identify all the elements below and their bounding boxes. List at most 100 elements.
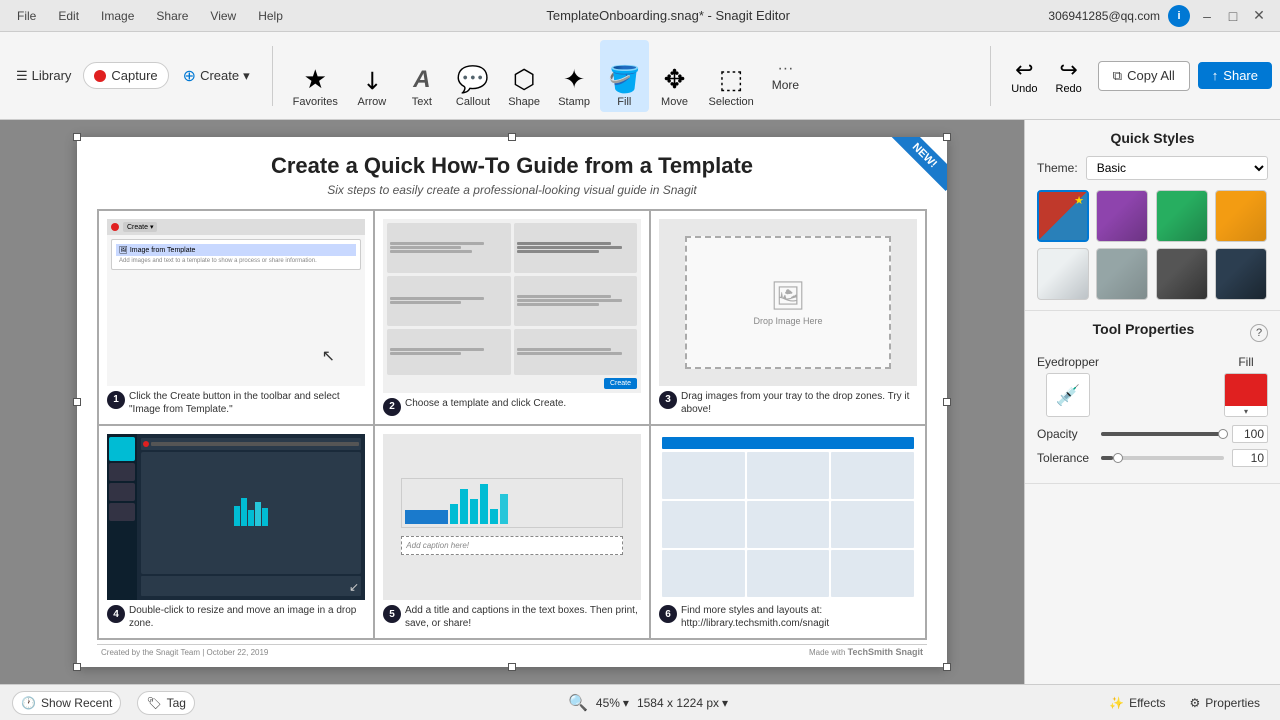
handle-mid-right[interactable] — [943, 398, 951, 406]
opacity-row: Opacity — [1037, 425, 1268, 443]
step-6-cell: 6 Find more styles and layouts at: http:… — [650, 425, 926, 640]
tolerance-fill — [1101, 456, 1113, 460]
user-email: 306941285@qq.com — [1048, 9, 1160, 23]
menu-view[interactable]: View — [205, 7, 241, 25]
style-item-2[interactable] — [1096, 190, 1148, 242]
help-button[interactable]: ? — [1250, 324, 1268, 342]
handle-bot-right[interactable] — [943, 663, 951, 671]
create-button[interactable]: ⊕ Create ▾ — [173, 61, 260, 91]
zoom-control[interactable]: 45% ▾ — [596, 696, 629, 710]
selection-icon: ⬚ — [719, 66, 744, 92]
tolerance-value[interactable] — [1232, 449, 1268, 467]
tool-favorites[interactable]: ★ Favorites — [285, 40, 346, 112]
step-5-cell: Add caption here! 5 Add a title and capt… — [374, 425, 650, 640]
handle-top-right[interactable] — [943, 133, 951, 141]
steps-grid: Create ▾ 🖼 Image from Template Add image… — [97, 209, 927, 640]
close-button[interactable]: ✕ — [1250, 7, 1268, 25]
handle-bot-mid[interactable] — [508, 663, 516, 671]
tutorial-content: NEW! Create a Quick How-To Guide from a … — [77, 137, 947, 667]
share-button[interactable]: ↑ Share — [1198, 62, 1272, 89]
callout-icon: 💬 — [457, 66, 489, 92]
copy-icon: ⧉ — [1113, 68, 1122, 84]
style-item-3[interactable] — [1156, 190, 1208, 242]
canvas-area[interactable]: NEW! Create a Quick How-To Guide from a … — [0, 120, 1024, 684]
info-button[interactable]: i — [1168, 5, 1190, 27]
menu-edit[interactable]: Edit — [53, 7, 84, 25]
style-item-4[interactable] — [1215, 190, 1267, 242]
minimize-button[interactable]: – — [1198, 7, 1216, 25]
clock-icon: 🕐 — [21, 696, 36, 710]
tolerance-row: Tolerance — [1037, 449, 1268, 467]
tool-text[interactable]: A Text — [398, 40, 446, 112]
chevron-down-icon: ▾ — [623, 696, 629, 710]
redo-button[interactable]: ↪ Redo — [1048, 46, 1090, 106]
copy-all-button[interactable]: ⧉ Copy All — [1098, 61, 1190, 91]
canvas-size-control[interactable]: 1584 x 1224 px ▾ — [637, 696, 728, 710]
tolerance-slider-track[interactable] — [1101, 456, 1224, 460]
properties-button[interactable]: ⚙ Properties — [1182, 692, 1268, 714]
undo-icon: ↩ — [1015, 57, 1033, 83]
menu-image[interactable]: Image — [96, 7, 139, 25]
tool-callout[interactable]: 💬 Callout — [448, 40, 498, 112]
library-button[interactable]: ☰ Library — [8, 64, 79, 88]
new-badge: NEW! — [887, 137, 947, 197]
tool-group: ★ Favorites ↗ Arrow A Text 💬 Callout ⬡ S… — [285, 40, 991, 112]
effects-button[interactable]: ✨ Effects — [1101, 692, 1173, 714]
fill-color-swatch — [1225, 374, 1267, 406]
eyedropper-button[interactable]: 💉 — [1046, 373, 1090, 417]
search-button[interactable]: 🔍 — [568, 693, 588, 713]
step-5-num: 5 — [383, 605, 401, 623]
handle-top-left[interactable] — [73, 133, 81, 141]
menu-file[interactable]: File — [12, 7, 41, 25]
handle-bot-left[interactable] — [73, 663, 81, 671]
undo-button[interactable]: ↩ Undo — [1003, 46, 1045, 106]
tool-fill[interactable]: 🪣 Fill — [600, 40, 648, 112]
opacity-slider-track[interactable] — [1101, 432, 1224, 436]
more-tools-button[interactable]: ··· More — [764, 40, 807, 112]
plus-icon: ⊕ — [183, 66, 196, 86]
opacity-thumb[interactable] — [1218, 429, 1228, 439]
right-panel: Quick Styles Theme: Basic Modern Classic… — [1024, 120, 1280, 684]
show-recent-button[interactable]: 🕐 Show Recent — [12, 691, 121, 715]
toolbar-right: ↩ Undo ↪ Redo ⧉ Copy All ↑ Share — [990, 46, 1272, 106]
tool-arrow[interactable]: ↗ Arrow — [348, 40, 396, 112]
style-item-1[interactable]: ★ — [1037, 190, 1089, 242]
toolbar-left: ☰ Library Capture ⊕ Create ▾ — [8, 46, 273, 106]
fill-color-button[interactable]: ▾ — [1224, 373, 1268, 417]
tool-selection[interactable]: ⬚ Selection — [701, 40, 762, 112]
style-item-7[interactable] — [1156, 248, 1208, 300]
eyedropper-fill-row: Eyedropper 💉 Fill ▾ — [1037, 355, 1268, 417]
undo-redo-group: ↩ Undo ↪ Redo — [1003, 46, 1090, 106]
step-3-num: 3 — [659, 391, 677, 409]
tag-button[interactable]: 🏷 Tag — [137, 691, 195, 715]
tool-move[interactable]: ✥ Move — [651, 40, 699, 112]
style-item-8[interactable] — [1215, 248, 1267, 300]
tool-stamp[interactable]: ✦ Stamp — [550, 40, 598, 112]
theme-select[interactable]: Basic Modern Classic — [1086, 156, 1268, 180]
step-4-image: ↙ — [107, 434, 365, 601]
maximize-button[interactable]: □ — [1224, 7, 1242, 25]
capture-button[interactable]: Capture — [83, 62, 168, 89]
resize-handle-icon: ↙ — [349, 580, 359, 594]
step-2-cell: Create 2 Choose a template and click Cre… — [374, 210, 650, 425]
step-2-image: Create — [383, 219, 641, 393]
footer-left: 🕐 Show Recent 🏷 Tag — [12, 691, 195, 715]
menu-share[interactable]: Share — [151, 7, 193, 25]
step-1-num: 1 — [107, 391, 125, 409]
window-controls: 306941285@qq.com i – □ ✕ — [1048, 5, 1268, 27]
title-bar: File Edit Image Share View Help Template… — [0, 0, 1280, 32]
footer-center: 🔍 45% ▾ 1584 x 1224 px ▾ — [568, 693, 728, 713]
style-item-5[interactable] — [1037, 248, 1089, 300]
tolerance-thumb[interactable] — [1113, 453, 1123, 463]
handle-top-mid[interactable] — [508, 133, 516, 141]
handle-mid-left[interactable] — [73, 398, 81, 406]
style-item-6[interactable] — [1096, 248, 1148, 300]
menu-help[interactable]: Help — [253, 7, 288, 25]
canvas-frame: NEW! Create a Quick How-To Guide from a … — [77, 137, 947, 667]
quick-styles-section: Quick Styles Theme: Basic Modern Classic… — [1025, 120, 1280, 311]
step-5-image: Add caption here! — [383, 434, 641, 601]
properties-icon: ⚙ — [1190, 696, 1201, 710]
opacity-value[interactable] — [1232, 425, 1268, 443]
step-1-desc: 1 Click the Create button in the toolbar… — [107, 390, 365, 416]
tool-shape[interactable]: ⬡ Shape — [500, 40, 548, 112]
